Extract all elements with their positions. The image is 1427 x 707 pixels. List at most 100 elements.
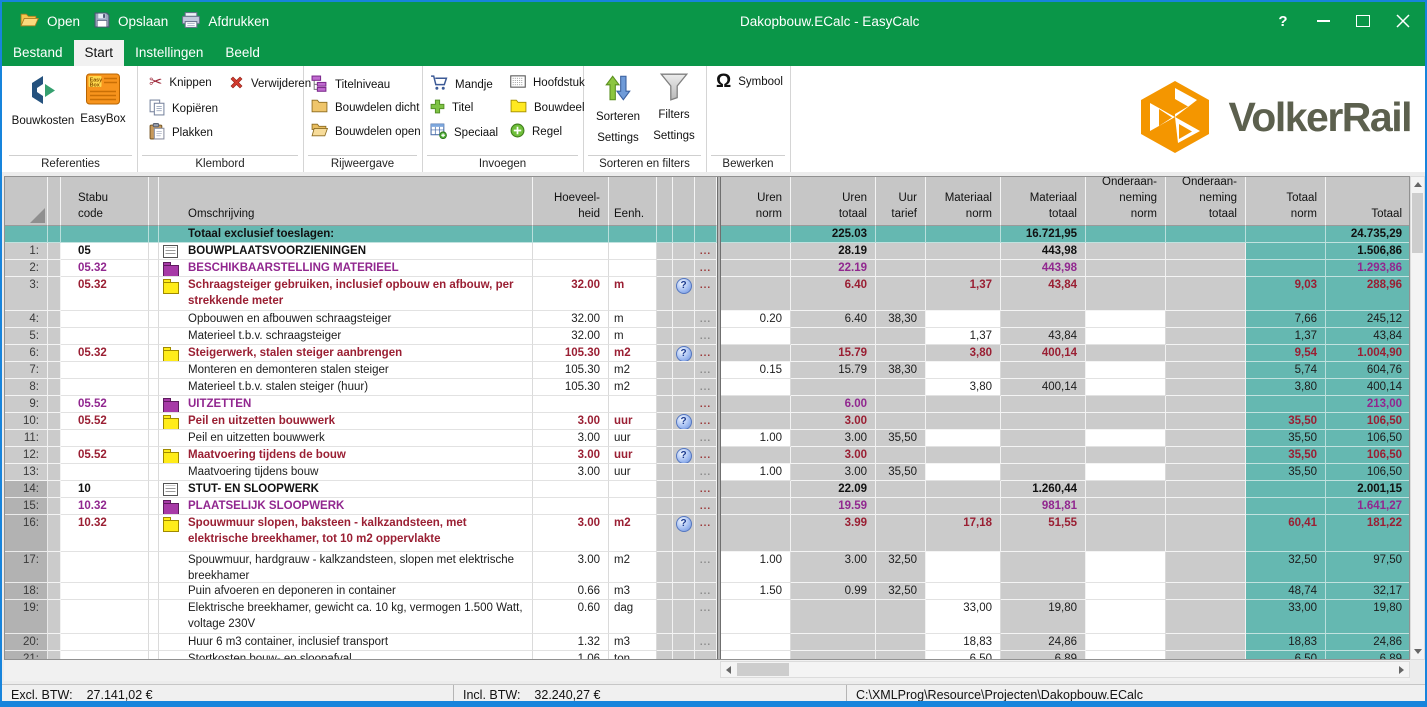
grid-cell-ot[interactable] xyxy=(1166,464,1246,481)
row-number[interactable]: 18: xyxy=(5,583,48,600)
grid-cell-tot[interactable]: 288,96 xyxy=(1326,277,1409,311)
grid-cell[interactable] xyxy=(48,396,61,413)
ribbon-button-bouwdeel[interactable]: Bouwdeel xyxy=(510,99,585,116)
grid-cell[interactable] xyxy=(673,430,695,447)
column-header-sp3[interactable] xyxy=(657,177,673,226)
grid-cell-tot[interactable]: 106,50 xyxy=(1326,464,1409,481)
row-options-button[interactable]: ... xyxy=(700,449,711,461)
grid-cell[interactable]: m2 xyxy=(609,345,657,362)
grid-cell-ut[interactable]: 6.40 xyxy=(791,311,876,328)
grid-cell[interactable] xyxy=(657,634,673,651)
row-number[interactable]: 6: xyxy=(5,345,48,362)
grid-cell[interactable] xyxy=(673,362,695,379)
grid-cell-tn[interactable]: 5,74 xyxy=(1246,362,1326,379)
grid-cell-un[interactable] xyxy=(721,345,791,362)
grid-cell-ut[interactable] xyxy=(791,328,876,345)
grid-cell[interactable] xyxy=(149,379,159,396)
grid-cell[interactable]: m3 xyxy=(609,634,657,651)
horizontal-scrollbar[interactable] xyxy=(720,661,1410,678)
grid-cell[interactable] xyxy=(149,345,159,362)
grid-cell-on[interactable] xyxy=(1086,583,1166,600)
grid-cell[interactable]: Spouwmuur slopen, baksteen - kalkzandste… xyxy=(159,515,533,552)
grid-cell[interactable] xyxy=(673,379,695,396)
tab-bestand[interactable]: Bestand xyxy=(2,40,74,66)
grid-cell-ot[interactable] xyxy=(1166,328,1246,345)
grid-cell[interactable] xyxy=(48,226,61,243)
grid-cell[interactable]: BESCHIKBAARSTELLING MATERIEEL xyxy=(159,260,533,277)
grid-cell-mt[interactable]: 43,84 xyxy=(1001,277,1086,311)
grid-cell[interactable] xyxy=(609,226,657,243)
grid-cell-ut[interactable]: 15.79 xyxy=(791,345,876,362)
grid-cell[interactable]: ... xyxy=(695,515,717,552)
grid-cell-un[interactable]: 1.00 xyxy=(721,552,791,583)
row-options-button[interactable]: ... xyxy=(700,483,711,495)
grid-cell[interactable] xyxy=(48,345,61,362)
grid-cell[interactable] xyxy=(149,634,159,651)
grid-cell-un[interactable] xyxy=(721,600,791,634)
grid-cell-ot[interactable] xyxy=(1166,396,1246,413)
grid-cell-tn[interactable] xyxy=(1246,498,1326,515)
grid-cell[interactable] xyxy=(149,243,159,260)
grid-cell[interactable] xyxy=(533,243,609,260)
row-number[interactable]: 15: xyxy=(5,498,48,515)
grid-cell-mt[interactable] xyxy=(1001,430,1086,447)
grid-cell[interactable] xyxy=(48,277,61,311)
ribbon-button-knippen[interactable]: ✂Knippen xyxy=(149,75,212,91)
grid-cell[interactable] xyxy=(533,226,609,243)
row-options-button[interactable]: ... xyxy=(700,517,711,529)
ribbon-button-regel[interactable]: Regel xyxy=(510,123,562,141)
grid-cell-mt[interactable]: 16.721,95 xyxy=(1001,226,1086,243)
grid-cell[interactable] xyxy=(657,583,673,600)
grid-cell[interactable] xyxy=(61,600,149,634)
grid-cell-mn[interactable]: 1,37 xyxy=(926,277,1001,311)
grid-cell-ot[interactable] xyxy=(1166,413,1246,430)
grid-cell[interactable] xyxy=(149,277,159,311)
grid-cell-ot[interactable] xyxy=(1166,379,1246,396)
grid-cell-tot[interactable]: 245,12 xyxy=(1326,311,1409,328)
grid-cell[interactable] xyxy=(48,447,61,464)
grid-cell[interactable]: m xyxy=(609,311,657,328)
grid-cell[interactable]: Peil en uitzetten bouwwerk xyxy=(159,413,533,430)
grid-cell[interactable]: 105.30 xyxy=(533,379,609,396)
row-number[interactable]: 3: xyxy=(5,277,48,311)
grid-cell-mn[interactable] xyxy=(926,396,1001,413)
grid-cell-tn[interactable]: 35,50 xyxy=(1246,464,1326,481)
grid-cell-on[interactable] xyxy=(1086,362,1166,379)
grid-cell-ot[interactable] xyxy=(1166,311,1246,328)
grid-cell[interactable] xyxy=(657,464,673,481)
grid-cell[interactable] xyxy=(149,552,159,583)
grid-cell-ot[interactable] xyxy=(1166,481,1246,498)
grid-cell-tn[interactable]: 18,83 xyxy=(1246,634,1326,651)
minimize-button[interactable] xyxy=(1315,13,1331,29)
grid-cell[interactable]: Puin afvoeren en deponeren in container xyxy=(159,583,533,600)
grid-cell-ot[interactable] xyxy=(1166,583,1246,600)
grid-cell-tn[interactable] xyxy=(1246,226,1326,243)
grid-cell[interactable]: ? xyxy=(673,345,695,362)
grid-cell[interactable]: Materieel t.b.v. stalen steiger (huur) xyxy=(159,379,533,396)
grid-cell[interactable] xyxy=(673,328,695,345)
grid-cell[interactable]: m3 xyxy=(609,583,657,600)
grid-cell[interactable]: Huur 6 m3 container, inclusief transport xyxy=(159,634,533,651)
help-icon[interactable]: ? xyxy=(676,346,692,362)
grid-cell[interactable] xyxy=(657,498,673,515)
grid-cell-ut[interactable] xyxy=(791,379,876,396)
grid-cell[interactable] xyxy=(61,651,149,660)
grid-cell[interactable] xyxy=(48,430,61,447)
grid-cell-tar[interactable] xyxy=(876,651,926,660)
grid-cell[interactable] xyxy=(48,498,61,515)
grid-cell-on[interactable] xyxy=(1086,243,1166,260)
column-header-un[interactable]: Uren norm xyxy=(721,177,791,226)
grid-cell-mt[interactable]: 443,98 xyxy=(1001,260,1086,277)
grid-cell-ut[interactable]: 28.19 xyxy=(791,243,876,260)
qa-afdrukken-button[interactable]: Afdrukken xyxy=(182,12,269,31)
grid-cell-tot[interactable]: 97,50 xyxy=(1326,552,1409,583)
row-number[interactable]: 9: xyxy=(5,396,48,413)
grid-cell-tot[interactable]: 32,17 xyxy=(1326,583,1409,600)
ribbon-button-bouwdelen-open[interactable]: Bouwdelen open xyxy=(311,123,421,140)
grid-cell[interactable] xyxy=(533,498,609,515)
grid-cell-ut[interactable]: 6.00 xyxy=(791,396,876,413)
grid-cell-un[interactable] xyxy=(721,226,791,243)
grid-cell-tar[interactable]: 35,50 xyxy=(876,430,926,447)
grid-cell-on[interactable] xyxy=(1086,481,1166,498)
grid-cell[interactable] xyxy=(673,243,695,260)
